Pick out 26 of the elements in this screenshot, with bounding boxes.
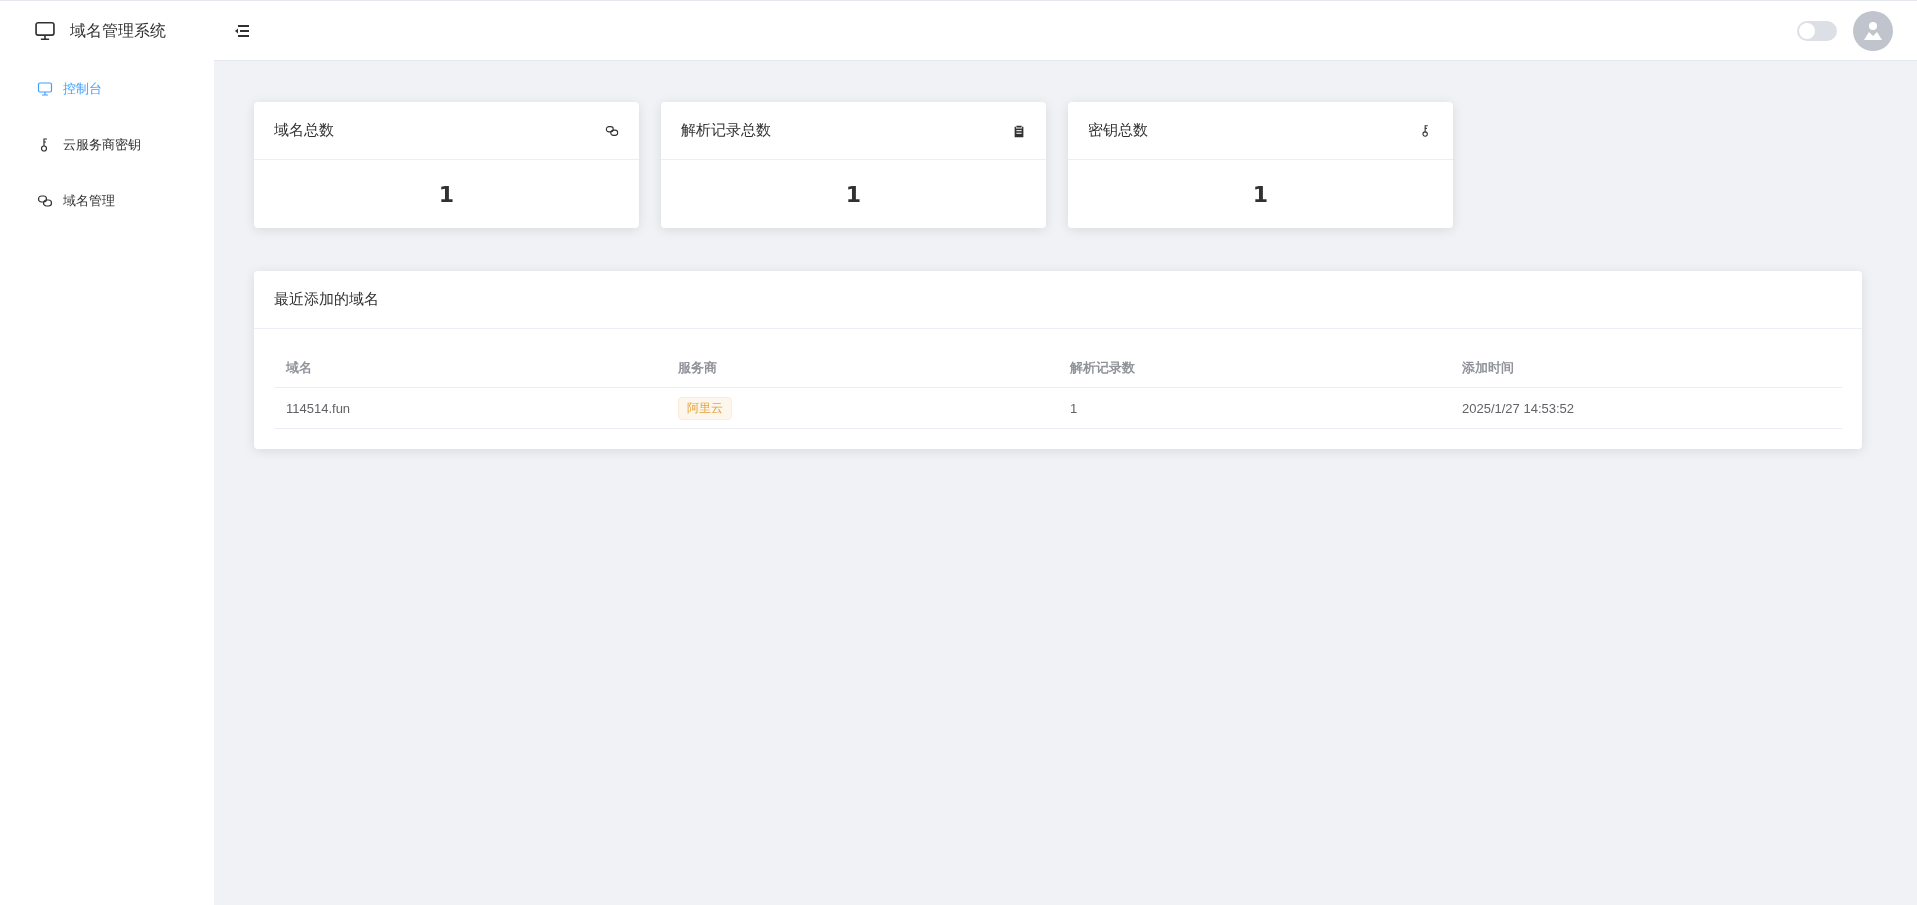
theme-switch[interactable] — [1797, 20, 1837, 41]
stat-value: 1 — [438, 181, 455, 207]
monitor-icon — [37, 81, 53, 97]
provider-tag: 阿里云 — [678, 396, 732, 420]
card-title: 解析记录总数 — [681, 121, 771, 140]
sidebar-item[interactable]: 云服务商密钥 — [0, 117, 214, 173]
menu-icon[interactable] — [234, 23, 250, 38]
table-cell: 2025/1/27 14:53:52 — [1450, 387, 1842, 429]
column-header: 域名 — [274, 349, 666, 388]
column-header: 添加时间 — [1450, 349, 1842, 388]
monitor-icon — [34, 20, 56, 42]
card-title: 最近添加的域名 — [274, 290, 379, 309]
column-header: 解析记录数 — [1058, 349, 1450, 388]
user-avatar[interactable] — [1853, 10, 1893, 51]
sidebar-item[interactable]: 域名管理 — [0, 173, 214, 229]
link-icon — [37, 193, 53, 209]
clipboard-icon — [1012, 123, 1026, 138]
table-cell: 114514.fun — [274, 387, 666, 429]
column-header: 服务商 — [666, 349, 1058, 388]
card-title: 域名总数 — [274, 121, 334, 140]
stat-value: 1 — [845, 181, 862, 207]
stat-value: 1 — [1252, 181, 1269, 207]
table-cell: 1 — [1058, 387, 1450, 429]
link-icon — [605, 123, 619, 138]
app-title: 域名管理系统 — [70, 20, 166, 42]
card-title: 密钥总数 — [1088, 121, 1148, 140]
